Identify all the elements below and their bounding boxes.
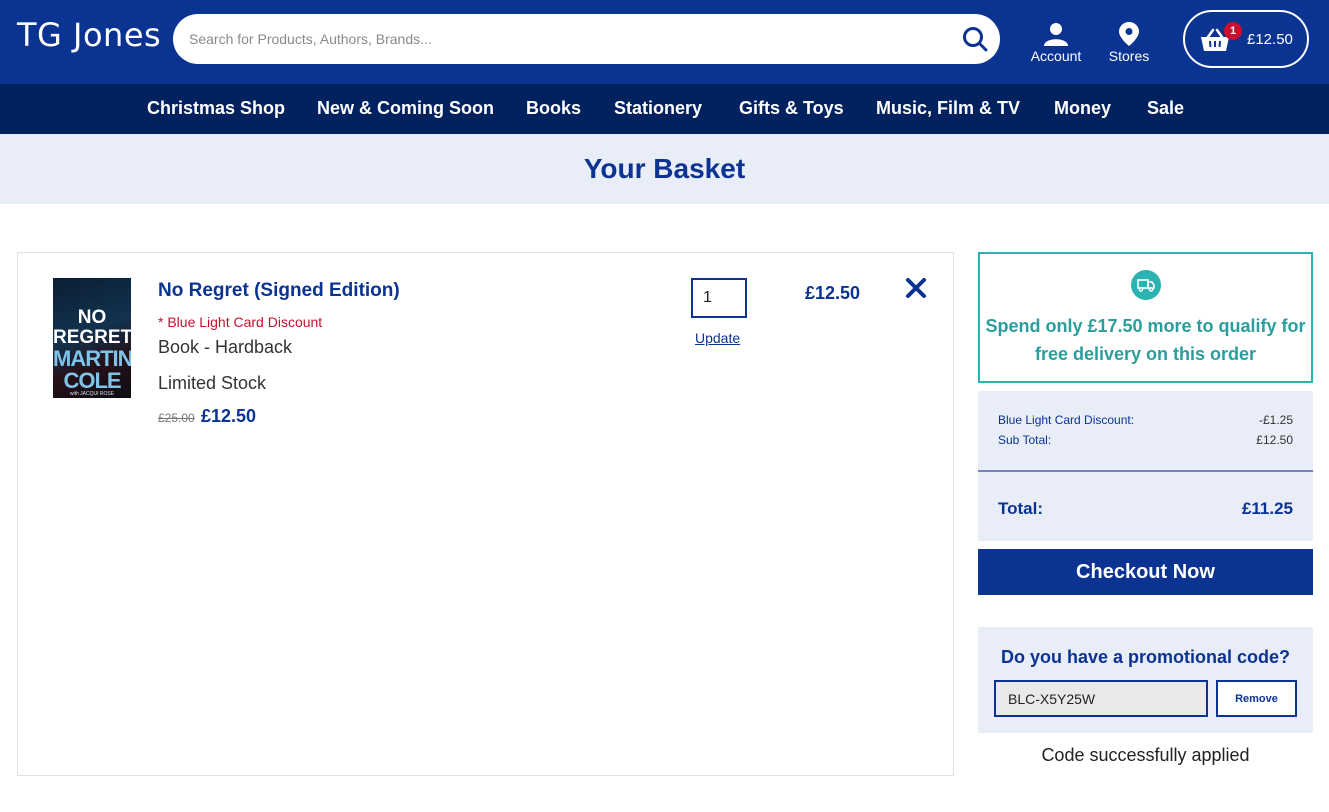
search-input[interactable] — [189, 14, 949, 64]
logo[interactable]: TG Jones — [17, 16, 161, 54]
search-bar — [173, 14, 1000, 64]
nav-music-film-tv[interactable]: Music, Film & TV — [876, 98, 1020, 119]
free-delivery-message: Spend only £17.50 more to qualify for fr… — [985, 316, 1306, 364]
title-band: Your Basket — [0, 134, 1329, 204]
promo-code-panel: Do you have a promotional code? Remove — [978, 627, 1313, 733]
account-link[interactable]: Account — [1026, 22, 1086, 64]
basket-button[interactable]: 1 £12.50 — [1183, 10, 1309, 68]
page-title: Your Basket — [583, 153, 746, 184]
basket-total: £12.50 — [1247, 31, 1293, 48]
stores-label: Stores — [1108, 48, 1150, 64]
summary-divider — [978, 470, 1313, 472]
line-price: £12.50 — [805, 283, 861, 303]
basket-item: NO REGRET MARTINA COLE with JACQUI ROSE … — [17, 252, 954, 776]
nav-stationery[interactable]: Stationery — [614, 98, 702, 119]
account-label: Account — [1030, 48, 1082, 64]
discount-note: * Blue Light Card Discount — [158, 314, 323, 330]
map-pin-icon — [1119, 22, 1139, 46]
promo-success-message: Code successfully applied — [1041, 745, 1250, 765]
item-now-price: £12.50 — [201, 406, 257, 426]
total-label: Total: — [998, 499, 1044, 518]
update-quantity-link[interactable]: Update — [695, 330, 740, 346]
header: TG Jones Account Stores — [0, 0, 1329, 84]
truck-icon — [1131, 270, 1161, 300]
cover-author: MARTINA COLE — [53, 346, 131, 393]
discount-label: Blue Light Card Discount: — [998, 413, 1135, 427]
total-value: £11.25 — [1241, 499, 1293, 518]
promo-title: Do you have a promotional code? — [1000, 647, 1291, 667]
nav-money[interactable]: Money — [1054, 98, 1111, 119]
discount-value: -£1.25 — [1258, 413, 1293, 427]
book-cover-image[interactable]: NO REGRET MARTINA COLE with JACQUI ROSE — [53, 278, 131, 398]
close-icon[interactable] — [905, 277, 927, 299]
item-format: Book - Hardback — [158, 337, 293, 357]
item-was-price: £25.00 — [158, 411, 195, 425]
basket-count-badge: 1 — [1224, 22, 1242, 40]
cover-coauthor: with JACQUI ROSE — [69, 391, 115, 397]
order-summary: Blue Light Card Discount: -£1.25 Sub Tot… — [978, 391, 1313, 541]
remove-promo-button[interactable]: Remove — [1216, 680, 1297, 717]
nav-christmas-shop[interactable]: Christmas Shop — [147, 98, 285, 119]
subtotal-label: Sub Total: — [998, 433, 1052, 447]
cover-title: NO REGRET — [53, 307, 131, 348]
free-delivery-banner: Spend only £17.50 more to qualify for fr… — [978, 252, 1313, 383]
stores-link[interactable]: Stores — [1104, 22, 1154, 64]
promo-code-input[interactable] — [994, 680, 1208, 717]
nav-gifts-toys[interactable]: Gifts & Toys — [739, 98, 844, 119]
main-nav: Christmas Shop New & Coming Soon Books S… — [0, 84, 1329, 134]
item-name-link[interactable]: No Regret (Signed Edition) — [158, 280, 400, 302]
nav-books[interactable]: Books — [526, 98, 581, 119]
item-stock-status: Limited Stock — [158, 373, 267, 393]
page: TG Jones Account Stores — [0, 0, 1329, 812]
account-icon — [1044, 23, 1068, 46]
subtotal-value: £12.50 — [1256, 433, 1293, 447]
nav-new-coming-soon[interactable]: New & Coming Soon — [317, 98, 494, 119]
nav-sale[interactable]: Sale — [1147, 98, 1184, 119]
checkout-button[interactable]: Checkout Now — [978, 549, 1313, 595]
search-icon[interactable] — [962, 26, 988, 52]
quantity-input[interactable] — [691, 278, 747, 318]
